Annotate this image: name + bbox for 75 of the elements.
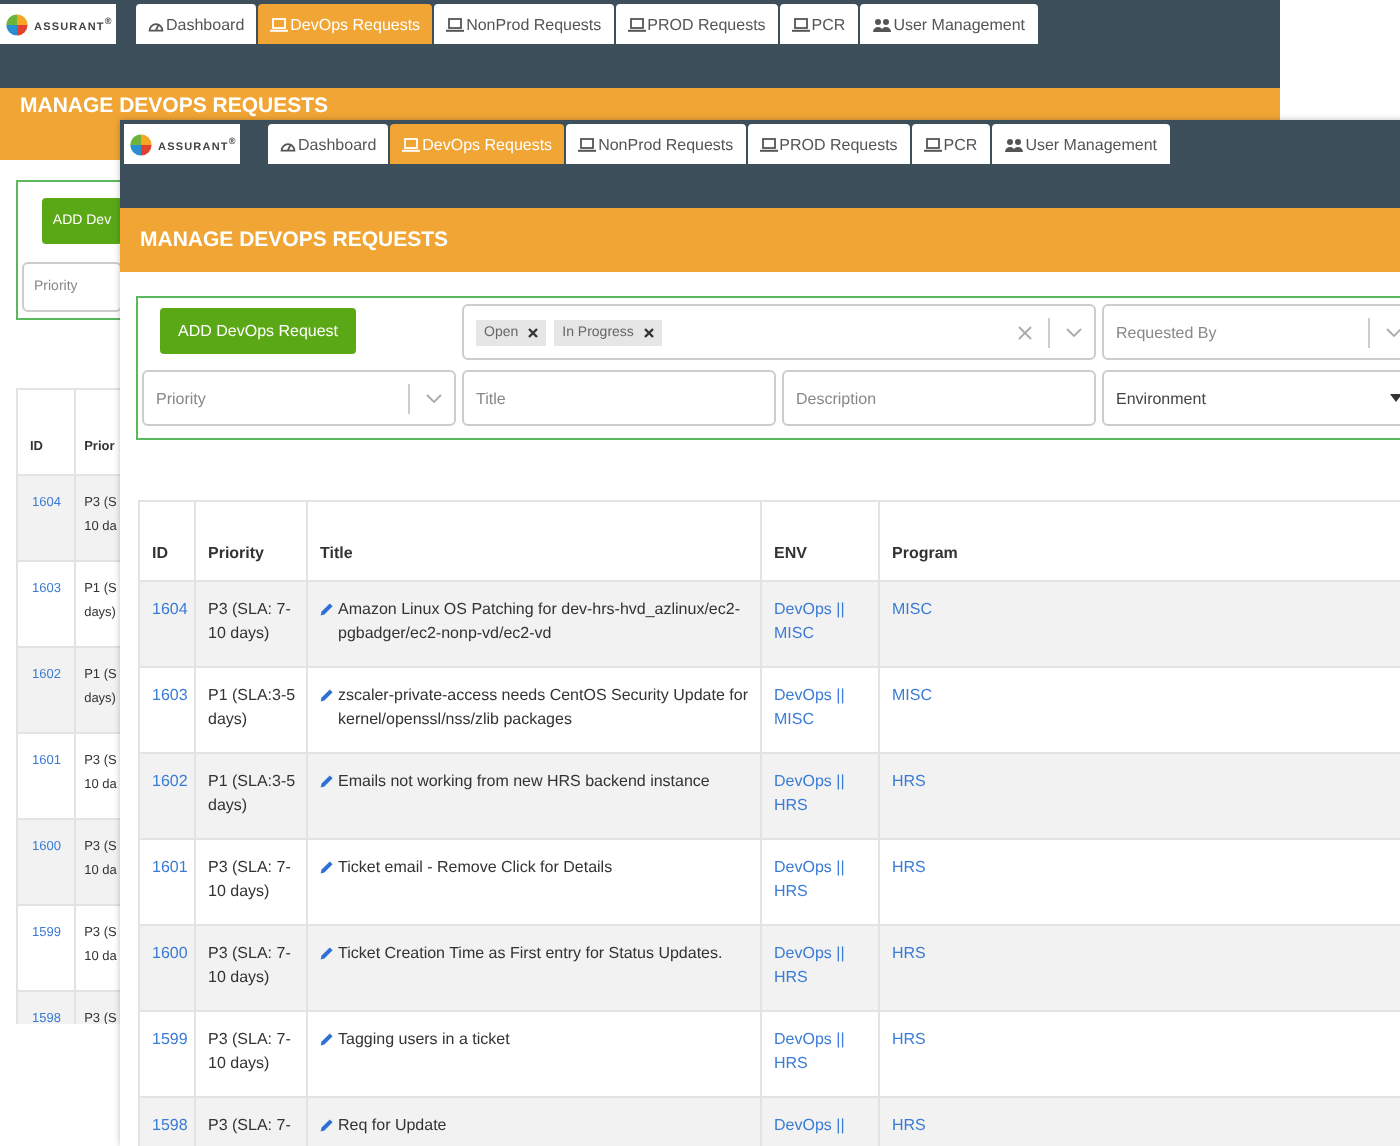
laptop-icon: [446, 17, 465, 31]
request-id-link[interactable]: 1600: [152, 944, 188, 962]
description-field[interactable]: Description: [782, 370, 1096, 426]
pencil-icon[interactable]: [320, 774, 334, 788]
priority-text: P1 (SLA:3-5 days): [208, 686, 296, 728]
request-title: Req for Update: [338, 1114, 447, 1138]
program-link[interactable]: HRS: [892, 944, 926, 962]
pencil-icon[interactable]: [320, 1118, 334, 1132]
nav-tab[interactable]: NonProd Requests: [566, 124, 746, 164]
priority-text: P3 (SLA: 7-10 days): [208, 858, 291, 900]
request-title: Ticket Creation Time as First entry for Status Updates.: [338, 942, 723, 966]
column-header: Title: [307, 501, 761, 581]
program-link[interactable]: MISC: [892, 686, 932, 704]
chevron-down-icon[interactable]: [426, 393, 442, 403]
laptop-icon: [578, 137, 597, 151]
pencil-icon[interactable]: [320, 1032, 334, 1046]
priority-text: P3 (SLA: 7-10 days): [208, 944, 291, 986]
program-link[interactable]: HRS: [892, 1116, 926, 1134]
logo-icon: [130, 133, 152, 155]
request-title: zscaler-private-access needs CentOS Security Update for kernel/openssl/nss/zlib packages: [338, 684, 750, 732]
laptop-icon: [759, 137, 778, 151]
request-title: Ticket email - Remove Click for Details: [338, 856, 613, 880]
request-title: Tagging users in a ticket: [338, 1028, 510, 1052]
nav-tab[interactable]: Dashboard: [136, 4, 257, 44]
program-link[interactable]: HRS: [892, 858, 926, 876]
chevron-down-icon[interactable]: [1066, 327, 1082, 337]
program-link[interactable]: MISC: [892, 600, 932, 618]
clear-icon[interactable]: [1018, 325, 1032, 339]
nav-tab[interactable]: User Management: [859, 4, 1037, 44]
request-id-link[interactable]: 1599: [152, 1030, 188, 1048]
program-link[interactable]: HRS: [892, 1030, 926, 1048]
title-field[interactable]: Title: [462, 370, 776, 426]
request-id-link[interactable]: 1604: [152, 600, 188, 618]
request-id-link[interactable]: 1603: [152, 686, 188, 704]
users-icon: [871, 17, 892, 31]
request-title: Emails not working from new HRS backend instance: [338, 770, 710, 794]
laptop-icon: [270, 17, 289, 31]
priority-text: P1 (SLA:3-5 days): [208, 772, 296, 814]
nav-tab[interactable]: Dashboard: [268, 124, 389, 164]
pencil-icon[interactable]: [320, 602, 334, 616]
caret-down-icon[interactable]: [1390, 394, 1400, 402]
nav-tab[interactable]: PROD Requests: [747, 124, 910, 164]
program-link[interactable]: HRS: [892, 772, 926, 790]
add-request-button[interactable]: ADD DevOps Request: [160, 308, 357, 354]
remove-icon[interactable]: [528, 327, 539, 337]
nav-tab[interactable]: PCR: [911, 124, 990, 164]
users-icon: [1003, 137, 1024, 151]
dashboard-icon: [148, 17, 164, 31]
nav-tab[interactable]: PROD Requests: [615, 4, 778, 44]
priority-text: P3 (SLA: 7-: [208, 1116, 291, 1134]
request-id-link[interactable]: 1601: [152, 858, 188, 876]
pencil-icon[interactable]: [320, 860, 334, 874]
priority-select[interactable]: Priority: [142, 370, 456, 426]
priority-text: P3 (SLA: 7-10 days): [208, 1030, 291, 1072]
environment-select[interactable]: Environment: [1102, 370, 1400, 426]
priority-text: P3 (SLA: 7-10 days): [208, 600, 291, 642]
request-id-link[interactable]: 1602: [152, 772, 188, 790]
pencil-icon[interactable]: [320, 688, 334, 702]
logo-icon: [6, 13, 28, 35]
column-header: ID: [139, 501, 195, 581]
page-title: MANAGE DEVOPS REQUESTS: [140, 227, 449, 253]
laptop-icon: [627, 17, 646, 31]
chevron-down-icon[interactable]: [1386, 327, 1400, 337]
nav-tab[interactable]: PCR: [779, 4, 858, 44]
pencil-icon[interactable]: [320, 946, 334, 960]
dashboard-icon: [280, 137, 296, 151]
nav-tab[interactable]: User Management: [991, 124, 1169, 164]
request-title: Amazon Linux OS Patching for dev-hrs-hvd_azlinux/ec2-pgbadger/ec2-nonp-vd/ec2-vd: [338, 598, 742, 646]
remove-icon[interactable]: [643, 327, 654, 337]
laptop-icon: [402, 137, 421, 151]
nav-tab[interactable]: NonProd Requests: [434, 4, 614, 44]
laptop-icon: [923, 137, 942, 151]
laptop-icon: [791, 17, 810, 31]
requested-by-select[interactable]: Requested By: [1102, 304, 1400, 360]
page-title: MANAGE DEVOPS REQUESTS: [20, 94, 329, 120]
